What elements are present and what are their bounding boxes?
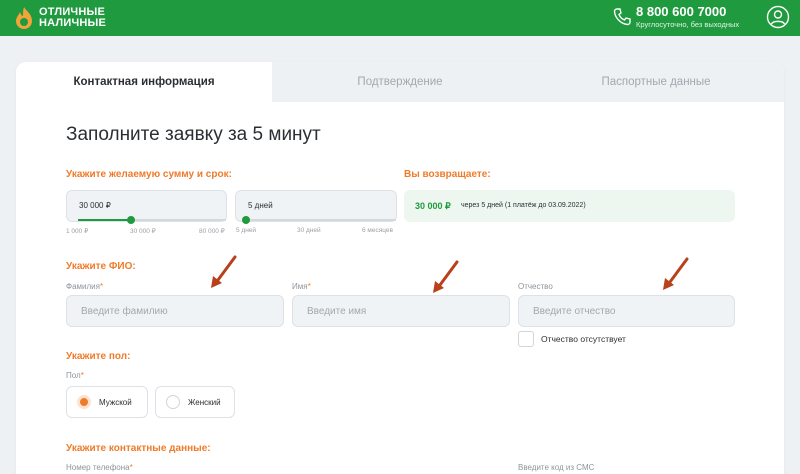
patronymic-label: Отчество — [518, 282, 553, 291]
step-tabs: Контактная информация Подтверждение Пасп… — [16, 62, 784, 102]
male-radio-dot — [77, 395, 91, 409]
term-tick-mid: 30 дней — [297, 227, 321, 234]
amount-tick-mid: 30 000 ₽ — [130, 228, 156, 235]
name-label: Имя* — [292, 282, 311, 291]
phone-icon — [613, 8, 631, 26]
term-tick-max: 6 месяцев — [362, 227, 393, 234]
tab-contact-info[interactable]: Контактная информация — [16, 62, 272, 102]
annotation-arrow-icon — [663, 257, 689, 290]
patronymic-input[interactable] — [518, 295, 735, 327]
annotation-arrow-icon — [211, 255, 237, 288]
amount-slider-fill — [78, 219, 131, 221]
male-label: Мужской — [99, 398, 132, 407]
term-value: 5 дней — [248, 201, 273, 210]
gender-field-label: Пол* — [66, 371, 84, 380]
gender-female-option[interactable]: Женский — [155, 386, 235, 418]
surname-input[interactable] — [66, 295, 284, 327]
loan-section-label: Укажите желаемую сумму и срок: — [66, 169, 232, 180]
contacts-section-label: Укажите контактные данные: — [66, 443, 211, 454]
fio-section-label: Укажите ФИО: — [66, 261, 136, 272]
surname-label: Фамилия* — [66, 282, 104, 291]
phone-note: Круглосуточно, без выходных — [636, 20, 740, 29]
term-slider-handle[interactable] — [242, 216, 250, 224]
amount-tick-min: 1 000 ₽ — [66, 228, 89, 235]
tab-passport-data[interactable]: Паспортные данные — [528, 62, 784, 102]
name-input[interactable] — [292, 295, 510, 327]
sms-code-label: Введите код из СМС — [518, 463, 595, 472]
term-slider-field[interactable]: 5 дней — [235, 190, 397, 222]
return-summary: 30 000 ₽ через 5 дней (1 платёж до 03.09… — [404, 190, 735, 222]
logo-flame-icon — [16, 7, 32, 29]
user-account-icon[interactable] — [766, 5, 790, 29]
female-label: Женский — [188, 398, 221, 407]
amount-value: 30 000 ₽ — [79, 201, 111, 210]
no-patronymic-label[interactable]: Отчество отсутствует — [541, 334, 626, 344]
tab-confirmation[interactable]: Подтверждение — [272, 62, 528, 102]
page-title: Заполните заявку за 5 минут — [66, 124, 321, 145]
return-label: Вы возвращаете: — [404, 169, 491, 180]
annotation-arrow-icon — [433, 260, 459, 293]
female-radio-dot — [166, 395, 180, 409]
no-patronymic-checkbox[interactable] — [518, 331, 534, 347]
term-slider-track[interactable] — [246, 219, 396, 221]
return-details: через 5 дней (1 платёж до 03.09.2022) — [461, 202, 586, 209]
amount-slider-handle[interactable] — [127, 216, 135, 224]
top-bar: ОТЛИЧНЫЕ НАЛИЧНЫЕ 8 800 600 7000 Круглос… — [0, 0, 800, 36]
term-tick-min: 5 дней — [236, 227, 257, 234]
return-amount: 30 000 ₽ — [415, 201, 451, 211]
phone-number[interactable]: 8 800 600 7000 — [636, 4, 726, 19]
gender-section-label: Укажите пол: — [66, 351, 131, 362]
gender-male-option[interactable]: Мужской — [66, 386, 148, 418]
logo[interactable]: ОТЛИЧНЫЕ НАЛИЧНЫЕ — [13, 5, 123, 31]
logo-text: ОТЛИЧНЫЕ НАЛИЧНЫЕ — [39, 6, 107, 29]
amount-slider-field[interactable]: 30 000 ₽ — [66, 190, 227, 222]
amount-tick-max: 80 000 ₽ — [199, 228, 225, 235]
phone-field-label: Номер телефона* — [66, 463, 133, 472]
